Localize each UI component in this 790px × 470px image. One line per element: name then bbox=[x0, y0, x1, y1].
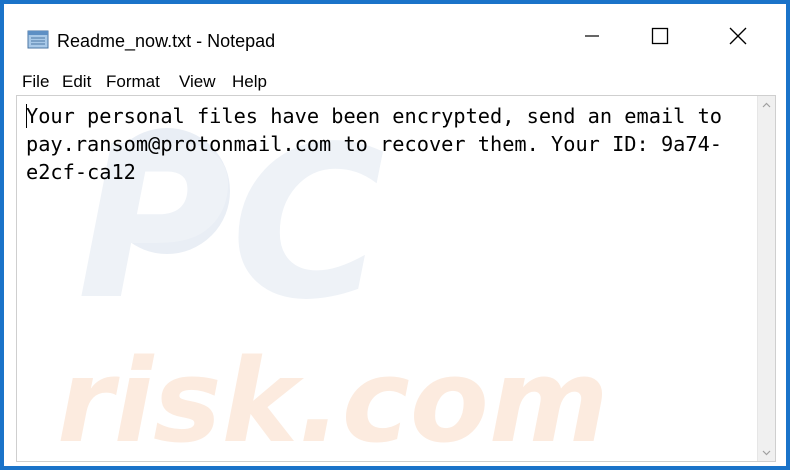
notepad-icon bbox=[27, 30, 49, 49]
menu-file[interactable]: File bbox=[22, 72, 49, 92]
scroll-up-button[interactable] bbox=[758, 96, 775, 113]
close-icon bbox=[729, 27, 747, 45]
maximize-icon bbox=[651, 27, 669, 45]
text-editor[interactable]: PC risk.com Your personal files have bee… bbox=[16, 95, 776, 462]
menu-help[interactable]: Help bbox=[232, 72, 267, 92]
menu-edit[interactable]: Edit bbox=[62, 72, 91, 92]
title-bar[interactable]: Readme_now.txt - Notepad bbox=[4, 4, 786, 60]
chevron-up-icon bbox=[762, 102, 771, 107]
notepad-window: Readme_now.txt - Notepad File Edit Forma… bbox=[0, 0, 790, 470]
maximize-button[interactable] bbox=[638, 18, 682, 54]
menu-bar: File Edit Format View Help bbox=[4, 66, 786, 94]
minimize-button[interactable] bbox=[570, 18, 614, 54]
minimize-icon bbox=[585, 35, 599, 37]
watermark-bottom-text: risk.com bbox=[57, 335, 609, 462]
close-button[interactable] bbox=[716, 18, 760, 54]
menu-view[interactable]: View bbox=[179, 72, 216, 92]
chevron-down-icon bbox=[762, 450, 771, 455]
scroll-down-button[interactable] bbox=[758, 444, 775, 461]
vertical-scrollbar[interactable] bbox=[757, 96, 775, 461]
menu-format[interactable]: Format bbox=[106, 72, 160, 92]
window-title: Readme_now.txt - Notepad bbox=[57, 31, 276, 51]
document-text[interactable]: Your personal files have been encrypted,… bbox=[26, 102, 746, 186]
